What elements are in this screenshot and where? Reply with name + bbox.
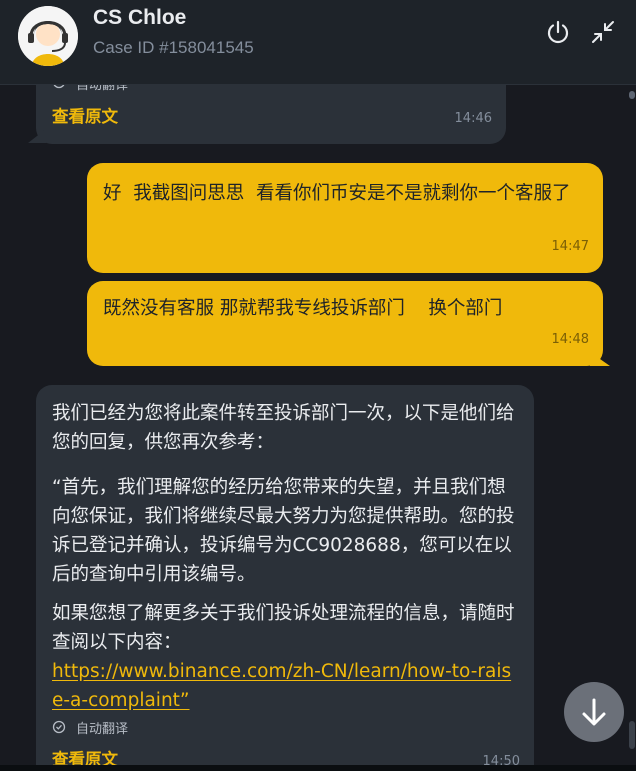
- case-id: Case ID #158041545: [93, 38, 254, 57]
- scrollbar-thumb-bottom[interactable]: [629, 721, 635, 749]
- bubble-tail: [590, 352, 610, 366]
- power-icon: [547, 20, 569, 44]
- arrow-down-icon: [582, 698, 606, 726]
- message-paragraph-1: 我们已经为您将此案件转至投诉部门一次，以下是他们给您的回复，供您再次参考：: [52, 403, 515, 453]
- incoming-message: 自动翻译 查看原文 14:46: [36, 85, 506, 144]
- agent-name: CS Chloe: [93, 6, 187, 29]
- outgoing-message: 好 我截图问思思 看看你们币安是不是就剩你一个客服了 14:47: [87, 163, 603, 273]
- check-circle-icon: [52, 720, 66, 734]
- view-original-link[interactable]: 查看原文: [52, 103, 118, 127]
- incoming-message: 我们已经为您将此案件转至投诉部门一次，以下是他们给您的回复，供您再次参考： “首…: [36, 385, 534, 765]
- auto-translated-label: 自动翻译: [76, 85, 129, 93]
- minimize-button[interactable]: [589, 18, 617, 46]
- agent-avatar: [18, 6, 78, 66]
- message-time: 14:48: [551, 332, 589, 347]
- scrollbar-thumb[interactable]: [629, 91, 635, 99]
- chat-scrollbar[interactable]: [628, 85, 636, 765]
- message-time: 14:47: [551, 239, 589, 254]
- outgoing-message: 既然没有客服 那就帮我专线投诉部门 换个部门 14:48: [87, 281, 603, 366]
- bubble-tail: [28, 129, 46, 143]
- message-time: 14:46: [454, 111, 492, 126]
- complaint-link[interactable]: https://www.binance.com/zh-CN/learn/how-…: [52, 657, 522, 715]
- scroll-to-bottom-button[interactable]: [564, 682, 624, 742]
- message-text: 既然没有客服 那就帮我专线投诉部门 换个部门: [103, 298, 503, 319]
- message-paragraph-2: “首先，我们理解您的经历给您带来的失望，并且我们想向您保证，我们将继续尽最大努力…: [52, 477, 515, 585]
- minimize-icon: [592, 21, 614, 43]
- chat-message-list[interactable]: 自动翻译 查看原文 14:46 好 我截图问思思 看看你们币安是不是就剩你一个客…: [0, 85, 636, 765]
- message-text: 好 我截图问思思 看看你们币安是不是就剩你一个客服了: [103, 183, 571, 204]
- chat-header: CS Chloe Case ID #158041545: [0, 0, 636, 85]
- bottom-edge: [0, 765, 636, 771]
- power-button[interactable]: [544, 18, 572, 46]
- check-circle-icon: [53, 85, 65, 89]
- view-original-link[interactable]: 查看原文: [52, 746, 118, 765]
- auto-translated-label: 自动翻译: [76, 722, 129, 737]
- message-paragraph-3: 如果您想了解更多关于我们投诉处理流程的信息，请随时查阅以下内容：: [52, 603, 515, 653]
- message-time: 14:50: [482, 754, 520, 765]
- agent-avatar-icon: [18, 6, 78, 66]
